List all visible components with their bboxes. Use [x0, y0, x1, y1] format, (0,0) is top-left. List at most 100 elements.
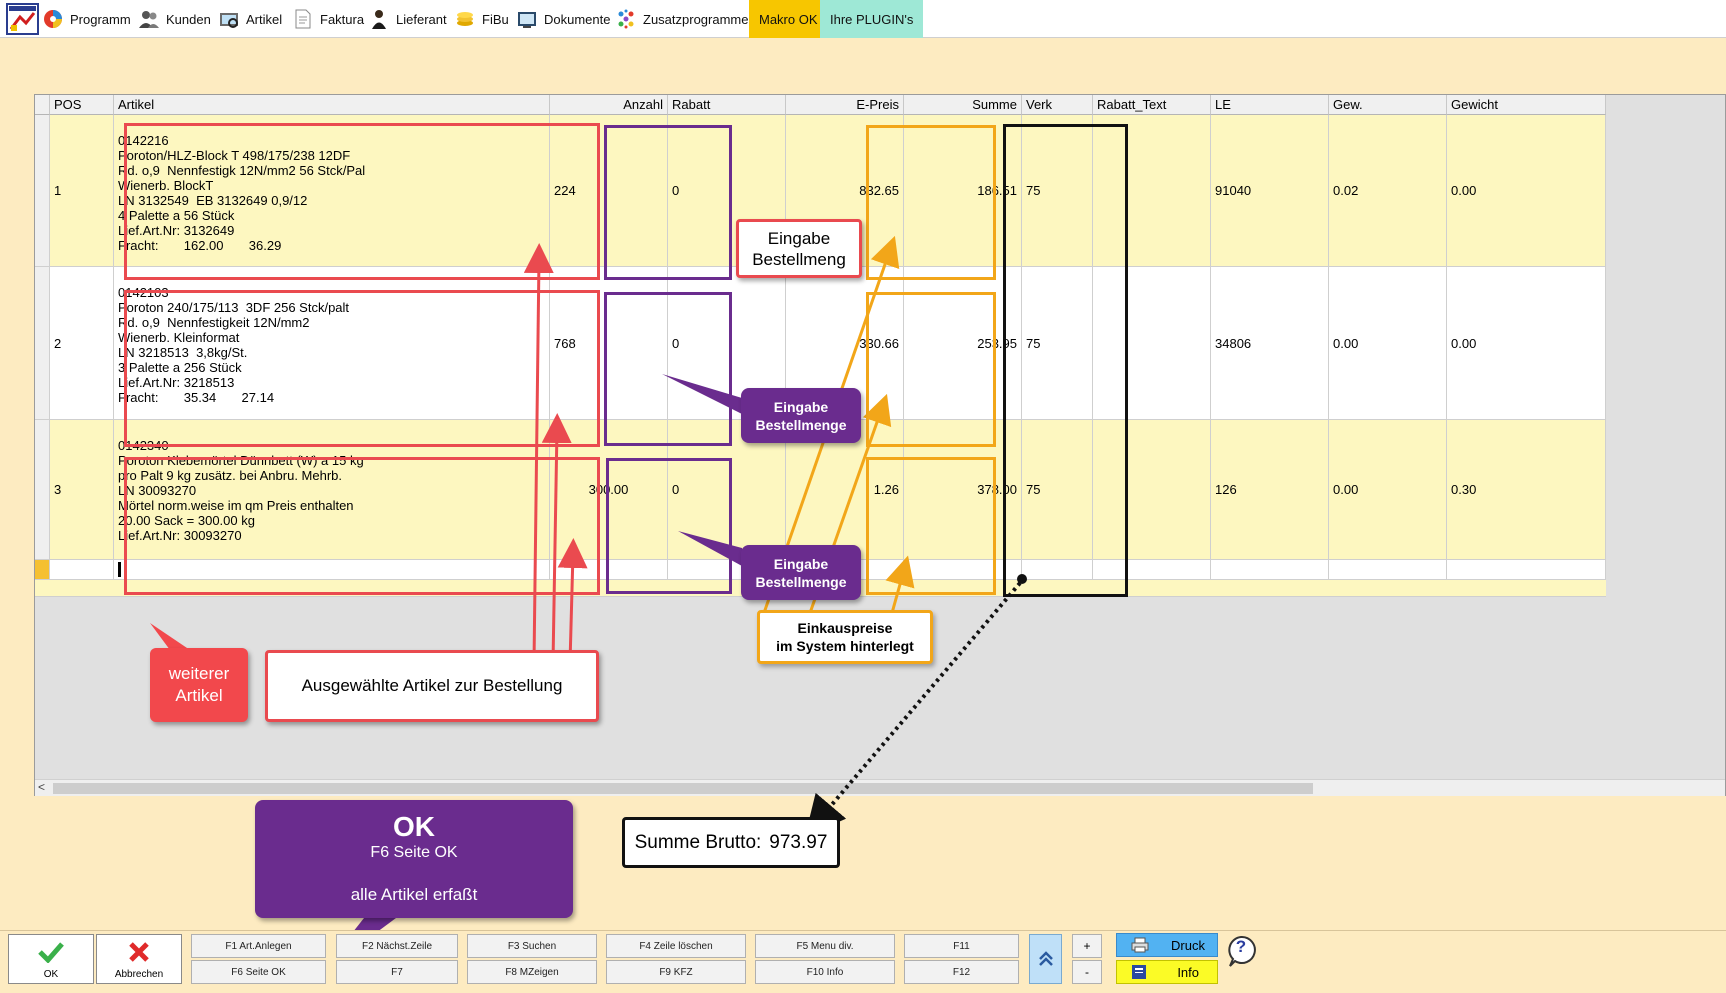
cell-pos[interactable]: 1 — [50, 115, 114, 267]
customers-icon — [139, 11, 159, 28]
f3-button[interactable]: F3 Suchen — [467, 934, 597, 958]
cell-verk[interactable] — [1022, 560, 1093, 580]
cell-gew[interactable]: 0.02 — [1329, 115, 1447, 267]
cell-le[interactable]: 91040 — [1211, 115, 1329, 267]
col-header-gew[interactable]: Gew. — [1329, 95, 1447, 115]
menu-lieferant[interactable]: Lieferant — [368, 0, 447, 38]
f2-button[interactable]: F2 Nächst.Zeile — [336, 934, 458, 958]
cell-artikel[interactable]: 0142340 Poroton Klebemörtel Dünnbett (W)… — [114, 420, 550, 560]
ok-button[interactable]: OK — [8, 934, 94, 984]
f9-button[interactable]: F9 KFZ — [606, 960, 746, 984]
row-selector[interactable] — [35, 115, 50, 267]
cell-rabatt-text[interactable] — [1093, 420, 1211, 560]
row-selector[interactable] — [35, 267, 50, 420]
cell-rabatt-text[interactable] — [1093, 115, 1211, 267]
menu-artikel[interactable]: Artikel — [218, 0, 282, 38]
cell-pos[interactable]: 2 — [50, 267, 114, 420]
row-selector-active[interactable] — [35, 560, 50, 580]
callout-ausgewaehlte-artikel: Ausgewählte Artikel zur Bestellung — [265, 650, 599, 722]
f11-button[interactable]: F11 — [904, 934, 1019, 958]
f1-button[interactable]: F1 Art.Anlegen — [191, 934, 326, 958]
cell-rabatt-text[interactable] — [1093, 267, 1211, 420]
bottom-toolbar: OK Abbrechen F1 Art.Anlegen F6 Seite OK … — [0, 930, 1726, 993]
cell-artikel[interactable]: 0142103 Poroton 240/175/113 3DF 256 Stck… — [114, 267, 550, 420]
cell-anzahl[interactable]: 768 — [550, 267, 668, 420]
cell-summe[interactable]: 186.51 — [904, 115, 1022, 267]
row-selector[interactable] — [35, 420, 50, 560]
plus-button[interactable]: + — [1072, 934, 1102, 958]
collapse-toolbar-button[interactable] — [1029, 934, 1062, 984]
col-header-summe[interactable]: Summe — [904, 95, 1022, 115]
cell-le[interactable]: 126 — [1211, 420, 1329, 560]
callout-ok-line2: alle Artikel erfaßt — [350, 885, 478, 904]
app-logo-icon[interactable] — [6, 3, 39, 35]
printer-icon — [1131, 937, 1149, 953]
scroll-left-icon[interactable]: < — [38, 780, 45, 794]
col-header-gewicht[interactable]: Gewicht — [1447, 95, 1606, 115]
menu-fibu[interactable]: FiBu — [454, 0, 509, 38]
horizontal-scrollbar[interactable]: < — [35, 779, 1725, 796]
col-header-le[interactable]: LE — [1211, 95, 1329, 115]
druck-label: Druck — [1171, 937, 1205, 953]
col-header-epreis[interactable]: E-Preis — [786, 95, 904, 115]
minus-button[interactable]: - — [1072, 960, 1102, 984]
f6-button[interactable]: F6 Seite OK — [191, 960, 326, 984]
f7-button[interactable]: F7 — [336, 960, 458, 984]
info-label: Info — [1177, 964, 1199, 980]
cell-gewicht[interactable]: 0.00 — [1447, 267, 1606, 420]
menu-label: Programm — [70, 11, 131, 27]
info-book-icon — [1132, 965, 1146, 979]
menu-zusatzprogramme[interactable]: Zusatzprogramme — [615, 0, 748, 38]
cell-verk[interactable]: 75 — [1022, 267, 1093, 420]
macro-ok-button[interactable]: Makro OK — [749, 0, 828, 38]
scrollbar-thumb[interactable] — [53, 783, 1313, 794]
cell-anzahl[interactable]: 300.00 — [550, 420, 668, 560]
cell-le[interactable] — [1211, 560, 1329, 580]
checkmark-icon — [38, 942, 64, 963]
menu-kunden[interactable]: Kunden — [138, 0, 211, 38]
cell-gew[interactable] — [1329, 560, 1447, 580]
menu-faktura[interactable]: Faktura — [292, 0, 364, 38]
cell-verk[interactable]: 75 — [1022, 115, 1093, 267]
cell-pos[interactable]: 3 — [50, 420, 114, 560]
cell-summe[interactable]: 378.00 — [904, 420, 1022, 560]
cell-summe[interactable]: 253.95 — [904, 267, 1022, 420]
cell-le[interactable]: 34806 — [1211, 267, 1329, 420]
macro-label: Makro OK — [759, 11, 818, 27]
info-button[interactable]: Info — [1116, 960, 1218, 984]
f12-button[interactable]: F12 — [904, 960, 1019, 984]
cell-gewicht[interactable] — [1447, 560, 1606, 580]
callout-eingabe-bestellmenge-white: Eingabe Bestellmeng — [736, 219, 862, 278]
f10-button[interactable]: F10 Info — [755, 960, 895, 984]
f5-button[interactable]: F5 Menu div. — [755, 934, 895, 958]
col-header-pos[interactable]: POS — [50, 95, 114, 115]
callout-eingabe-bestellmenge-row2: Eingabe Bestellmenge — [741, 388, 861, 443]
cell-summe[interactable] — [904, 560, 1022, 580]
col-header-artikel[interactable]: Artikel — [114, 95, 550, 115]
menu-programm[interactable]: Programm — [42, 0, 131, 38]
f4-button[interactable]: F4 Zeile löschen — [606, 934, 746, 958]
cell-gewicht[interactable]: 0.00 — [1447, 115, 1606, 267]
cell-anzahl[interactable] — [550, 560, 668, 580]
supplier-icon — [372, 10, 386, 29]
cell-pos[interactable] — [50, 560, 114, 580]
col-header-anzahl[interactable]: Anzahl — [550, 95, 668, 115]
cell-gew[interactable]: 0.00 — [1329, 267, 1447, 420]
col-header-rabatt-text[interactable]: Rabatt_Text — [1093, 95, 1211, 115]
f8-button[interactable]: F8 MZeigen — [467, 960, 597, 984]
help-button[interactable]: ? — [1226, 935, 1256, 967]
cell-artikel[interactable]: 0142216 Poroton/HLZ-Block T 498/175/238 … — [114, 115, 550, 267]
menu-label: Faktura — [320, 11, 365, 27]
cell-gewicht[interactable]: 0.30 — [1447, 420, 1606, 560]
col-header-verk[interactable]: Verk — [1022, 95, 1093, 115]
menu-dokumente[interactable]: Dokumente — [516, 0, 610, 38]
cell-verk[interactable]: 75 — [1022, 420, 1093, 560]
plugins-button[interactable]: Ihre PLUGIN's — [820, 0, 924, 38]
cell-anzahl[interactable]: 224 — [550, 115, 668, 267]
cell-rabatt-text[interactable] — [1093, 560, 1211, 580]
druck-button[interactable]: Druck — [1116, 933, 1218, 957]
cell-artikel-input[interactable] — [114, 560, 550, 580]
col-header-rabatt[interactable]: Rabatt — [668, 95, 786, 115]
cell-gew[interactable]: 0.00 — [1329, 420, 1447, 560]
cancel-button[interactable]: Abbrechen — [96, 934, 182, 984]
